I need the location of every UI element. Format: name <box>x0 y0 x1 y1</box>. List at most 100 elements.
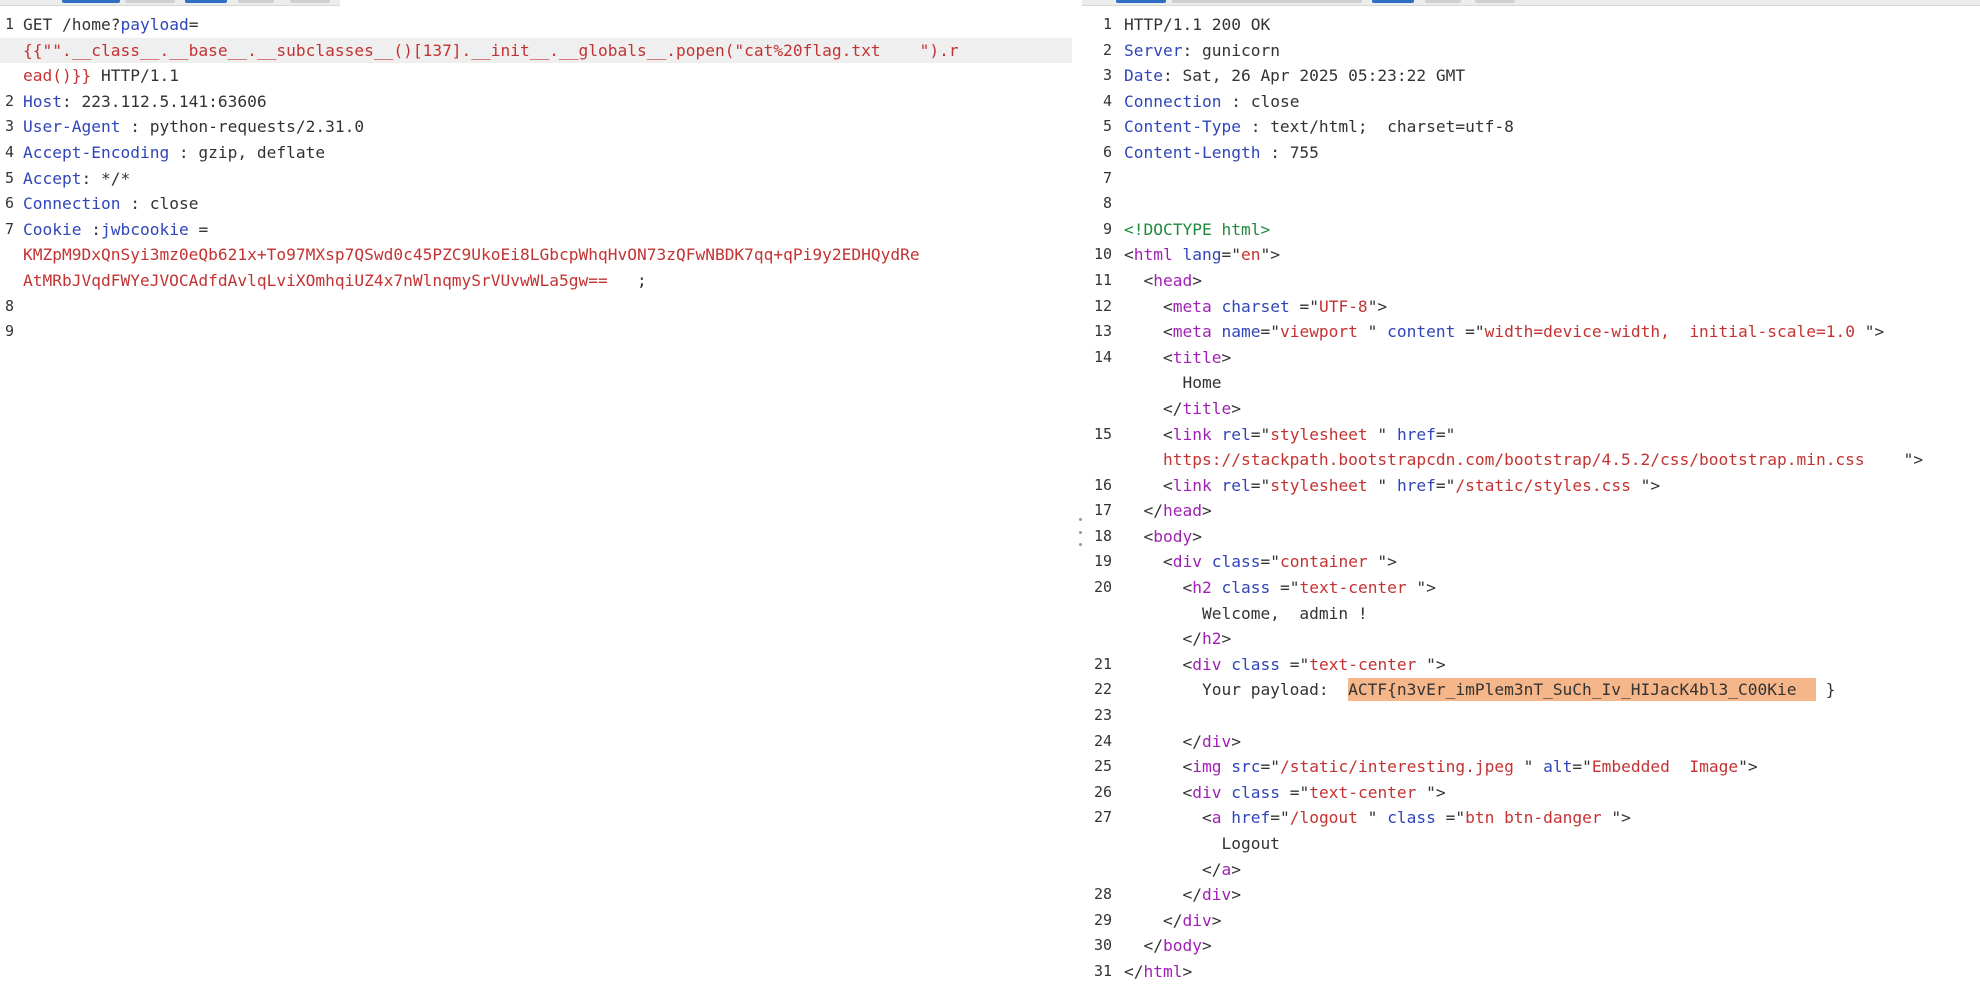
response-line[interactable]: 4 Connection : close <box>1082 89 1980 115</box>
response-line[interactable]: 27 <a href="/logout " class ="btn btn-da… <box>1082 805 1980 831</box>
code-token: "> <box>1864 450 1924 470</box>
code-token: head <box>1153 270 1193 290</box>
request-view-toggle[interactable] <box>238 0 274 3</box>
response-line[interactable]: 26 <div class ="text-center "> <box>1082 780 1980 806</box>
request-line[interactable]: 7 Cookie :jwbcookie = <box>0 217 1072 243</box>
code-token: > <box>1231 859 1241 879</box>
request-line[interactable]: ead()}} HTTP/1.1 <box>0 63 1072 89</box>
request-line[interactable]: 9 <box>0 319 1072 345</box>
response-line[interactable]: 25 <img src="/static/interesting.jpeg " … <box>1082 754 1980 780</box>
response-line[interactable]: 14 <title> <box>1082 345 1980 371</box>
request-tab[interactable] <box>125 0 175 3</box>
response-line[interactable]: 9 <!DOCTYPE html> <box>1082 217 1980 243</box>
code-token: link <box>1172 475 1212 495</box>
line-number: 13 <box>1093 322 1112 341</box>
response-tab-active[interactable] <box>1116 0 1166 3</box>
request-line[interactable]: 1 GET /home?payload= <box>0 12 1072 38</box>
response-line[interactable]: 15 <link rel="stylesheet " href=" <box>1082 422 1980 448</box>
response-line[interactable]: 17 </head> <box>1082 498 1980 524</box>
request-line[interactable]: KMZpM9DxQnSyi3mz0eQb621x+To97MXsp7QSwd0c… <box>0 242 1072 268</box>
code-token: "> <box>1367 296 1388 316</box>
request-line[interactable]: 6 Connection : close <box>0 191 1072 217</box>
response-line[interactable]: 10 <html lang="en"> <box>1082 242 1980 268</box>
code-token: " <box>1367 475 1397 495</box>
response-line[interactable]: 19 <div class="container "> <box>1082 549 1980 575</box>
response-line[interactable]: 13 <meta name="viewport " content ="widt… <box>1082 319 1980 345</box>
request-line[interactable]: 5 Accept: */* <box>0 166 1072 192</box>
code-token: =" <box>1279 654 1310 674</box>
response-line[interactable]: 28 </div> <box>1082 882 1980 908</box>
response-line[interactable]: 30 </body> <box>1082 933 1980 959</box>
code-token: = <box>188 219 209 239</box>
line-number: 4 <box>1102 91 1112 110</box>
code-token: Embedded Image <box>1591 757 1739 777</box>
response-line[interactable]: 29 </div> <box>1082 908 1980 934</box>
response-view-toggle[interactable] <box>1425 0 1461 3</box>
response-line[interactable]: 16 <link rel="stylesheet " href="/static… <box>1082 473 1980 499</box>
request-editor[interactable]: 1 GET /home?payload= {{"".__class__.__base… <box>0 12 1072 990</box>
code-token: h2 <box>1192 578 1212 598</box>
response-line[interactable]: </a> <box>1082 857 1980 883</box>
line-number: 1 <box>4 15 14 33</box>
request-view-toggle[interactable] <box>290 0 330 3</box>
code-token: Home <box>1124 373 1222 393</box>
response-line[interactable]: 6 Content-Length : 755 <box>1082 140 1980 166</box>
response-view-toggle[interactable] <box>1372 0 1414 3</box>
code-token: AtMRbJVqdFWYeJVOCAdfdAvlqLviXOmhqiUZ4x7n… <box>23 270 637 290</box>
line-number: 15 <box>1093 424 1112 443</box>
response-line[interactable]: Logout <box>1082 831 1980 857</box>
code-token: class <box>1387 808 1436 828</box>
code-token: </ <box>1124 629 1202 649</box>
request-view-toggle[interactable] <box>185 0 227 3</box>
response-line[interactable]: 31 </html> <box>1082 959 1980 985</box>
response-line[interactable]: Welcome, admin ! <box>1082 601 1980 627</box>
line-number: 6 <box>1102 142 1112 161</box>
response-tab[interactable] <box>1172 0 1362 3</box>
line-number: 9 <box>4 322 14 341</box>
code-token: Accept-Encoding <box>23 142 170 162</box>
code-token: </ <box>1124 398 1183 418</box>
code-token: head <box>1162 501 1202 521</box>
response-line[interactable]: https://stackpath.bootstrapcdn.com/boots… <box>1082 447 1980 473</box>
code-token: html <box>1133 245 1173 265</box>
request-line[interactable]: 4 Accept-Encoding : gzip, deflate <box>0 140 1072 166</box>
code-token: name <box>1221 322 1261 342</box>
code-token: =" <box>1250 424 1271 444</box>
response-editor[interactable]: 1 HTTP/1.1 200 OK 2 Server: gunicorn 3 Date: … <box>1082 12 1980 990</box>
response-line[interactable]: 5 Content-Type : text/html; charset=utf-8 <box>1082 114 1980 140</box>
code-token: title <box>1172 347 1222 367</box>
response-line[interactable]: </h2> <box>1082 626 1980 652</box>
response-line[interactable]: 8 <box>1082 191 1980 217</box>
request-line[interactable]: {{"".__class__.__base__.__subclasses__()… <box>0 37 1072 64</box>
code-token: Cookie <box>23 219 82 239</box>
response-line[interactable]: Home <box>1082 370 1980 396</box>
response-line[interactable]: 11 <head> <box>1082 268 1980 294</box>
request-line[interactable]: 3 User-Agent : python-requests/2.31.0 <box>0 114 1072 140</box>
response-line[interactable]: 24 </div> <box>1082 729 1980 755</box>
response-line[interactable]: 1 HTTP/1.1 200 OK <box>1082 12 1980 38</box>
response-line[interactable]: 7 <box>1082 166 1980 192</box>
line-number: 24 <box>1093 731 1112 750</box>
request-line[interactable]: 2 Host: 223.112.5.141:63606 <box>0 89 1072 115</box>
code-token: Connection <box>1124 91 1222 111</box>
code-token: content <box>1387 322 1456 342</box>
code-token: " <box>1367 424 1397 444</box>
request-line[interactable]: 8 <box>0 294 1072 320</box>
response-line[interactable]: 23 <box>1082 703 1980 729</box>
response-line[interactable]: 21 <div class ="text-center "> <box>1082 652 1980 678</box>
code-token: > <box>1211 910 1222 930</box>
response-view-toggle[interactable] <box>1475 0 1515 3</box>
request-line[interactable]: AtMRbJVqdFWYeJVOCAdfdAvlqLviXOmhqiUZ4x7n… <box>0 268 1072 294</box>
response-line[interactable]: 12 <meta charset ="UTF-8"> <box>1082 294 1980 320</box>
response-line[interactable]: 22 Your payload: ACTF{n3vEr_imPlem3nT_Su… <box>1082 677 1980 703</box>
response-line[interactable]: 18 <body> <box>1082 524 1980 550</box>
response-line[interactable]: 2 Server: gunicorn <box>1082 38 1980 64</box>
code-token: div <box>1201 885 1232 905</box>
request-tab-active[interactable] <box>62 0 120 3</box>
line-number: 17 <box>1093 501 1112 520</box>
response-line[interactable]: 3 Date: Sat, 26 Apr 2025 05:23:22 GMT <box>1082 63 1980 89</box>
response-line[interactable]: </title> <box>1082 396 1980 422</box>
response-line[interactable]: 20 <h2 class ="text-center "> <box>1082 575 1980 601</box>
